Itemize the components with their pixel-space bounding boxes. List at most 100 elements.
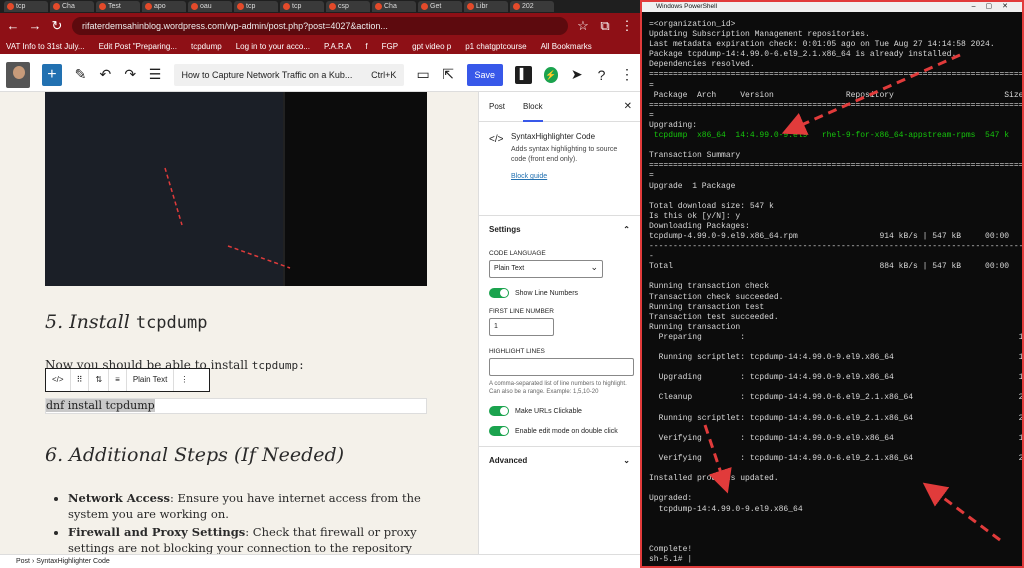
menu-dots-icon[interactable]: ⋮ [620,18,634,34]
bookmark-item[interactable]: Log in to your acco... [236,42,310,51]
terminal-output[interactable]: =<organization_id> Updating Subscription … [642,12,1022,564]
embedded-screenshot[interactable] [45,92,427,286]
drag-handle-icon[interactable]: ⠿ [71,369,90,391]
back-arrow-icon[interactable]: ← [6,18,20,33]
browser-tab[interactable]: tcp [4,1,48,12]
browser-tab[interactable]: Libr [464,1,508,12]
powershell-title-bar: Windows PowerShell –▢✕ [642,2,1022,12]
code-language-label: CODE LANGUAGE [489,250,546,257]
browser-tab[interactable]: tcp [280,1,324,12]
help-icon[interactable]: ? [595,67,608,83]
list-item[interactable]: Firewall and Proxy Settings: Check that … [68,524,428,554]
first-line-input[interactable]: 1 [489,318,554,336]
terminal-line: = [649,171,654,181]
block-title: SyntaxHighlighter Code [511,132,596,141]
jetpack-icon[interactable]: ⚡ [543,66,559,83]
highlight-help-text: A comma-separated list of line numbers t… [489,381,627,395]
undo-icon[interactable]: ↶ [99,66,112,83]
move-up-down-icon[interactable]: ⇅ [89,369,110,391]
chevron-down-icon: ⌄ [623,456,630,465]
toggle-switch[interactable] [489,288,509,298]
terminal-line: Transaction check succeeded. [649,292,784,302]
bookmark-item[interactable]: All Bookmarks [541,42,592,51]
document-title-bar[interactable]: How to Capture Network Traffic on a Kub.… [173,63,405,86]
block-options-icon[interactable]: ⋮ [174,369,194,391]
settings-panel-icon[interactable]: ▌ [515,65,532,84]
browser-tab[interactable]: oau [188,1,232,12]
pen-tool-icon[interactable]: ✎ [74,66,87,83]
bookmark-item[interactable]: f [365,42,367,51]
send-icon[interactable]: ➤ [570,66,583,83]
browser-tab[interactable]: tcp [234,1,278,12]
tab-post[interactable]: Post [489,92,505,122]
url-field[interactable]: rifaterdemsahinblog.wordpress.com/wp-adm… [72,16,568,35]
settings-sidebar: Post Block ✕ </> SyntaxHighlighter Code … [478,92,640,554]
bookmarks-bar: VAT Info to 31st July... Edit Post "Prep… [0,38,640,54]
list-item-title: Network Access [68,491,170,505]
bookmark-item[interactable]: Edit Post "Preparing... [99,42,177,51]
settings-header[interactable]: Settings ⌃ [489,216,630,244]
toggle-switch[interactable] [489,426,509,436]
browser-address-bar: ← → ↻ rifaterdemsahinblog.wordpress.com/… [0,13,640,38]
redo-icon[interactable]: ↷ [124,66,137,83]
block-guide-link[interactable]: Block guide [511,173,630,180]
bookmark-item[interactable]: VAT Info to 31st July... [6,42,85,51]
block-type-label[interactable]: Plain Text [127,369,175,391]
browser-tab[interactable]: 202 [510,1,554,12]
save-button[interactable]: Save [466,63,504,86]
heading-additional[interactable]: 6. Additional Steps (If Needed) [45,444,344,466]
tab-block[interactable]: Block [523,92,543,122]
window-controls-icon[interactable]: –▢✕ [972,2,1018,12]
toggle-switch[interactable] [489,406,509,416]
advanced-header[interactable]: Advanced ⌄ [489,447,630,475]
terminal-line: Cleanup : tcpdump-14:4.99.0-6.el9_2.1.x8… [649,393,1022,403]
browser-tab[interactable]: Cha [372,1,416,12]
double-click-edit-toggle[interactable]: Enable edit mode on double click [489,426,630,436]
forward-arrow-icon[interactable]: → [28,18,42,33]
star-icon[interactable]: ☆ [576,18,590,34]
bookmark-item[interactable]: p1 chatgptcourse [465,42,526,51]
settings-title: Settings [489,225,521,234]
bookmark-item[interactable]: gpt video p [412,42,451,51]
heading-install[interactable]: 5. Install tcpdump [45,311,207,333]
align-icon[interactable]: ≡ [109,369,127,391]
code-language-select[interactable]: Plain Text [489,259,603,278]
browser-tab[interactable]: apo [142,1,186,12]
highlight-lines-input[interactable] [489,358,634,376]
add-block-button[interactable]: + [41,63,63,86]
extensions-icon[interactable]: ⧉ [598,18,612,34]
document-overview-icon[interactable]: ☰ [149,66,162,83]
first-line-label: FIRST LINE NUMBER [489,308,554,315]
terminal-line: Running scriptlet: tcpdump-14:4.99.0-6.e… [649,413,1022,423]
editor-toolbar: + ✎ ↶ ↷ ☰ How to Capture Network Traffic… [0,58,640,92]
reload-icon[interactable]: ↻ [50,18,64,34]
avatar[interactable] [6,61,30,88]
code-block-icon[interactable]: </> [46,369,71,391]
make-urls-clickable-toggle[interactable]: Make URLs Clickable [489,406,630,416]
preview-icon[interactable]: ▭ [416,66,429,83]
sidebar-tabs: Post Block ✕ [479,92,640,122]
view-post-icon[interactable]: ⇱ [442,66,455,83]
options-icon[interactable]: ⋮ [620,66,634,83]
paragraph-code: tcpdump: [251,359,305,372]
terminal-line: Running transaction [649,322,741,332]
breadcrumb[interactable]: Post › SyntaxHighlighter Code [0,554,640,568]
browser-tab[interactable]: csp [326,1,370,12]
browser-tab[interactable]: Cha [50,1,94,12]
show-line-numbers-toggle[interactable]: Show Line Numbers [489,288,630,298]
close-icon[interactable]: ✕ [624,101,632,112]
code-block-icon: </> [489,134,504,145]
browser-tab[interactable]: Get [418,1,462,12]
code-block[interactable]: dnf install tcpdump [45,398,427,414]
list-item[interactable]: Network Access: Ensure you have internet… [68,490,428,522]
bookmark-item[interactable]: P.A.R.A [324,42,351,51]
browser-tab[interactable]: Test [96,1,140,12]
window-title: Windows PowerShell [656,3,718,10]
bookmark-item[interactable]: tcpdump [191,42,222,51]
bookmark-item[interactable]: FGP [382,42,398,51]
toggle-label: Enable edit mode on double click [515,427,618,435]
